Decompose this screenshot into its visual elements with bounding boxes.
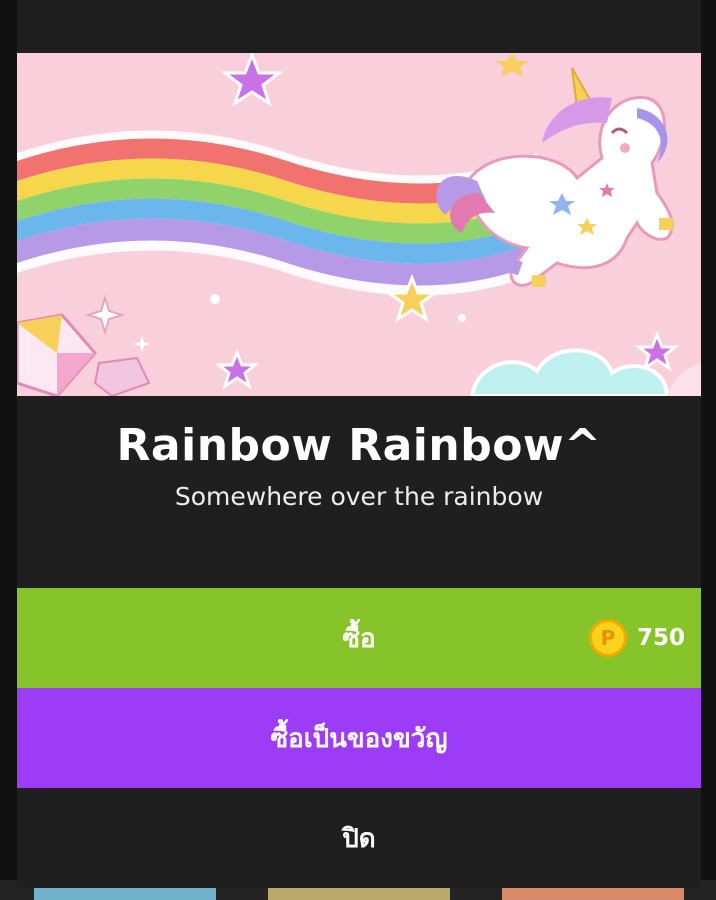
buy-button[interactable]: ซื้อ P 750 (17, 588, 701, 688)
price-tag: P 750 (588, 619, 685, 657)
close-button[interactable]: ปิด (17, 788, 701, 888)
background-thumbnail (268, 888, 450, 900)
coin-icon: P (588, 619, 627, 657)
theme-subtitle: Somewhere over the rainbow (174, 482, 544, 511)
buy-as-gift-button[interactable]: ซื้อเป็นของขวัญ (17, 688, 701, 788)
backdrop-right (701, 0, 716, 900)
buy-button-label: ซื้อ (342, 623, 376, 654)
close-button-label: ปิด (342, 823, 376, 854)
buy-as-gift-label: ซื้อเป็นของขวัญ (270, 723, 448, 754)
theme-banner-image (17, 53, 701, 396)
unicorn-rainbow-artwork (17, 53, 701, 396)
backdrop-left (0, 0, 17, 900)
theme-purchase-dialog: Rainbow Rainbow^ Somewhere over the rain… (17, 0, 701, 888)
price-amount: 750 (636, 625, 685, 651)
theme-title: Rainbow Rainbow^ (116, 420, 602, 471)
background-thumbnail (34, 888, 216, 900)
background-thumbnail (502, 888, 684, 900)
